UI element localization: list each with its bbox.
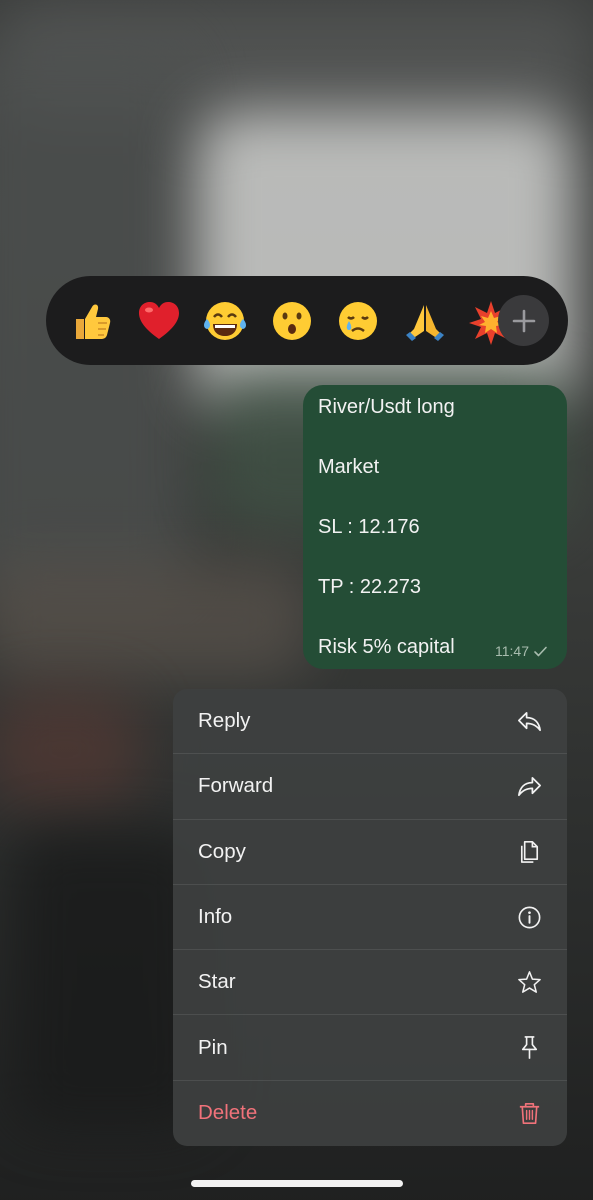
info-icon <box>515 903 543 931</box>
menu-item-info[interactable]: Info <box>173 885 567 951</box>
menu-item-pin[interactable]: Pin <box>173 1015 567 1081</box>
reaction-bar <box>46 276 568 365</box>
message-bubble[interactable]: River/Usdt long Market SL : 12.176 TP : … <box>303 385 567 669</box>
trash-icon <box>515 1099 543 1127</box>
menu-item-label: Copy <box>198 839 246 863</box>
crying-reaction[interactable] <box>330 293 386 349</box>
menu-item-star[interactable]: Star <box>173 950 567 1016</box>
menu-item-label: Delete <box>198 1101 258 1125</box>
message-line: River/Usdt long <box>318 396 455 418</box>
menu-item-forward[interactable]: Forward <box>173 754 567 820</box>
message-time: 11:47 <box>495 643 529 659</box>
folded-hands-icon <box>405 304 444 341</box>
home-indicator[interactable] <box>191 1180 403 1187</box>
pray-reaction[interactable] <box>397 293 453 349</box>
message-meta: 11:47 <box>495 643 548 659</box>
more-reactions-button[interactable] <box>498 295 549 346</box>
forward-icon <box>515 772 543 800</box>
menu-item-delete[interactable]: Delete <box>173 1081 567 1146</box>
message-line: TP : 22.273 <box>318 576 422 598</box>
message-context-menu: Reply Forward Copy Info Star Pin Delete <box>173 689 567 1146</box>
laughing-reaction[interactable] <box>197 293 253 349</box>
copy-icon <box>515 838 543 866</box>
menu-item-label: Reply <box>198 709 251 733</box>
heart-icon <box>138 301 179 339</box>
surprised-reaction[interactable] <box>264 293 320 349</box>
thumbs-up-icon <box>76 304 111 339</box>
menu-item-label: Forward <box>198 774 274 798</box>
menu-item-label: Pin <box>198 1035 228 1059</box>
crying-face-icon <box>339 301 377 340</box>
menu-item-label: Info <box>198 905 233 929</box>
surprised-face-icon <box>272 301 311 340</box>
menu-item-reply[interactable]: Reply <box>173 689 567 755</box>
tears-of-joy-icon <box>204 301 246 340</box>
thumbs-up-reaction[interactable] <box>64 293 120 349</box>
pin-icon <box>515 1034 543 1062</box>
message-line: SL : 12.176 <box>318 516 420 538</box>
plus-icon <box>512 309 535 332</box>
menu-item-label: Star <box>198 970 236 994</box>
menu-item-copy[interactable]: Copy <box>173 820 567 885</box>
check-icon <box>534 646 547 656</box>
message-line: Market <box>318 456 380 478</box>
star-icon <box>515 968 543 996</box>
reply-icon <box>515 707 543 735</box>
heart-reaction[interactable] <box>131 293 187 349</box>
